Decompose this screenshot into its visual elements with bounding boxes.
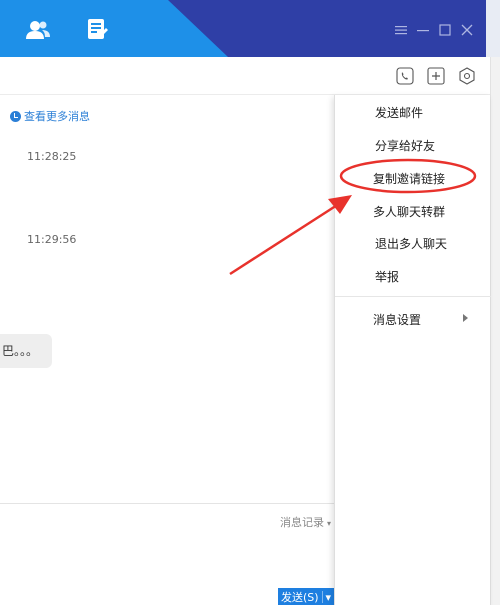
menu-item-share-friend[interactable]: 分享给好友 xyxy=(375,137,435,154)
phone-icon[interactable] xyxy=(396,67,414,85)
chevron-down-icon: ▾ xyxy=(327,519,332,528)
message-history-label: 消息记录 xyxy=(280,516,324,529)
menu-divider xyxy=(335,296,491,297)
maximize-icon[interactable] xyxy=(439,24,451,36)
message-timestamp: 11:29:56 xyxy=(27,233,77,246)
send-options-icon[interactable]: ▾ xyxy=(325,591,331,604)
settings-icon[interactable] xyxy=(458,67,476,85)
send-label: 发送(S) xyxy=(281,591,319,604)
add-icon[interactable] xyxy=(427,67,445,85)
menu-item-report[interactable]: 举报 xyxy=(375,268,399,285)
notes-icon[interactable] xyxy=(84,18,110,42)
menu-item-convert-to-group[interactable]: 多人聊天转群 xyxy=(373,203,445,220)
input-divider xyxy=(0,503,334,504)
close-icon[interactable] xyxy=(461,24,473,36)
message-history-button[interactable]: 消息记录 ▾ xyxy=(280,514,331,530)
submenu-arrow-icon xyxy=(463,314,468,322)
minimize-icon[interactable] xyxy=(417,24,429,36)
menu-item-exit-chat[interactable]: 退出多人聊天 xyxy=(375,235,447,252)
chat-window: 查看更多消息 11:28:25 11:29:56 巴。。。 消息记录 ▾ 发送(S… xyxy=(0,0,500,605)
window-controls xyxy=(395,24,473,36)
contacts-icon[interactable] xyxy=(25,18,51,42)
menu-item-send-email[interactable]: 发送邮件 xyxy=(375,104,423,121)
annotation-arrow-line xyxy=(229,198,346,276)
menu-icon[interactable] xyxy=(395,24,407,36)
message-timestamp: 11:28:25 xyxy=(27,150,77,163)
send-button[interactable]: 发送(S) ▾ xyxy=(278,588,334,605)
menu-item-copy-invite-link[interactable]: 复制邀请链接 xyxy=(373,170,445,187)
chat-toolbar xyxy=(0,57,490,95)
window-edge xyxy=(490,57,500,605)
title-bar-edge xyxy=(486,0,500,57)
menu-item-message-settings[interactable]: 消息设置 xyxy=(373,311,421,328)
more-options-menu: 发送邮件 分享给好友 复制邀请链接 多人聊天转群 退出多人聊天 举报 消息设置 xyxy=(334,95,491,605)
send-button-divider xyxy=(321,591,323,603)
clock-icon xyxy=(10,110,21,122)
message-bubble: 巴。。。 xyxy=(0,334,52,368)
more-messages-label: 查看更多消息 xyxy=(24,110,90,123)
title-bar xyxy=(0,0,500,57)
more-messages-link[interactable]: 查看更多消息 xyxy=(10,108,90,124)
